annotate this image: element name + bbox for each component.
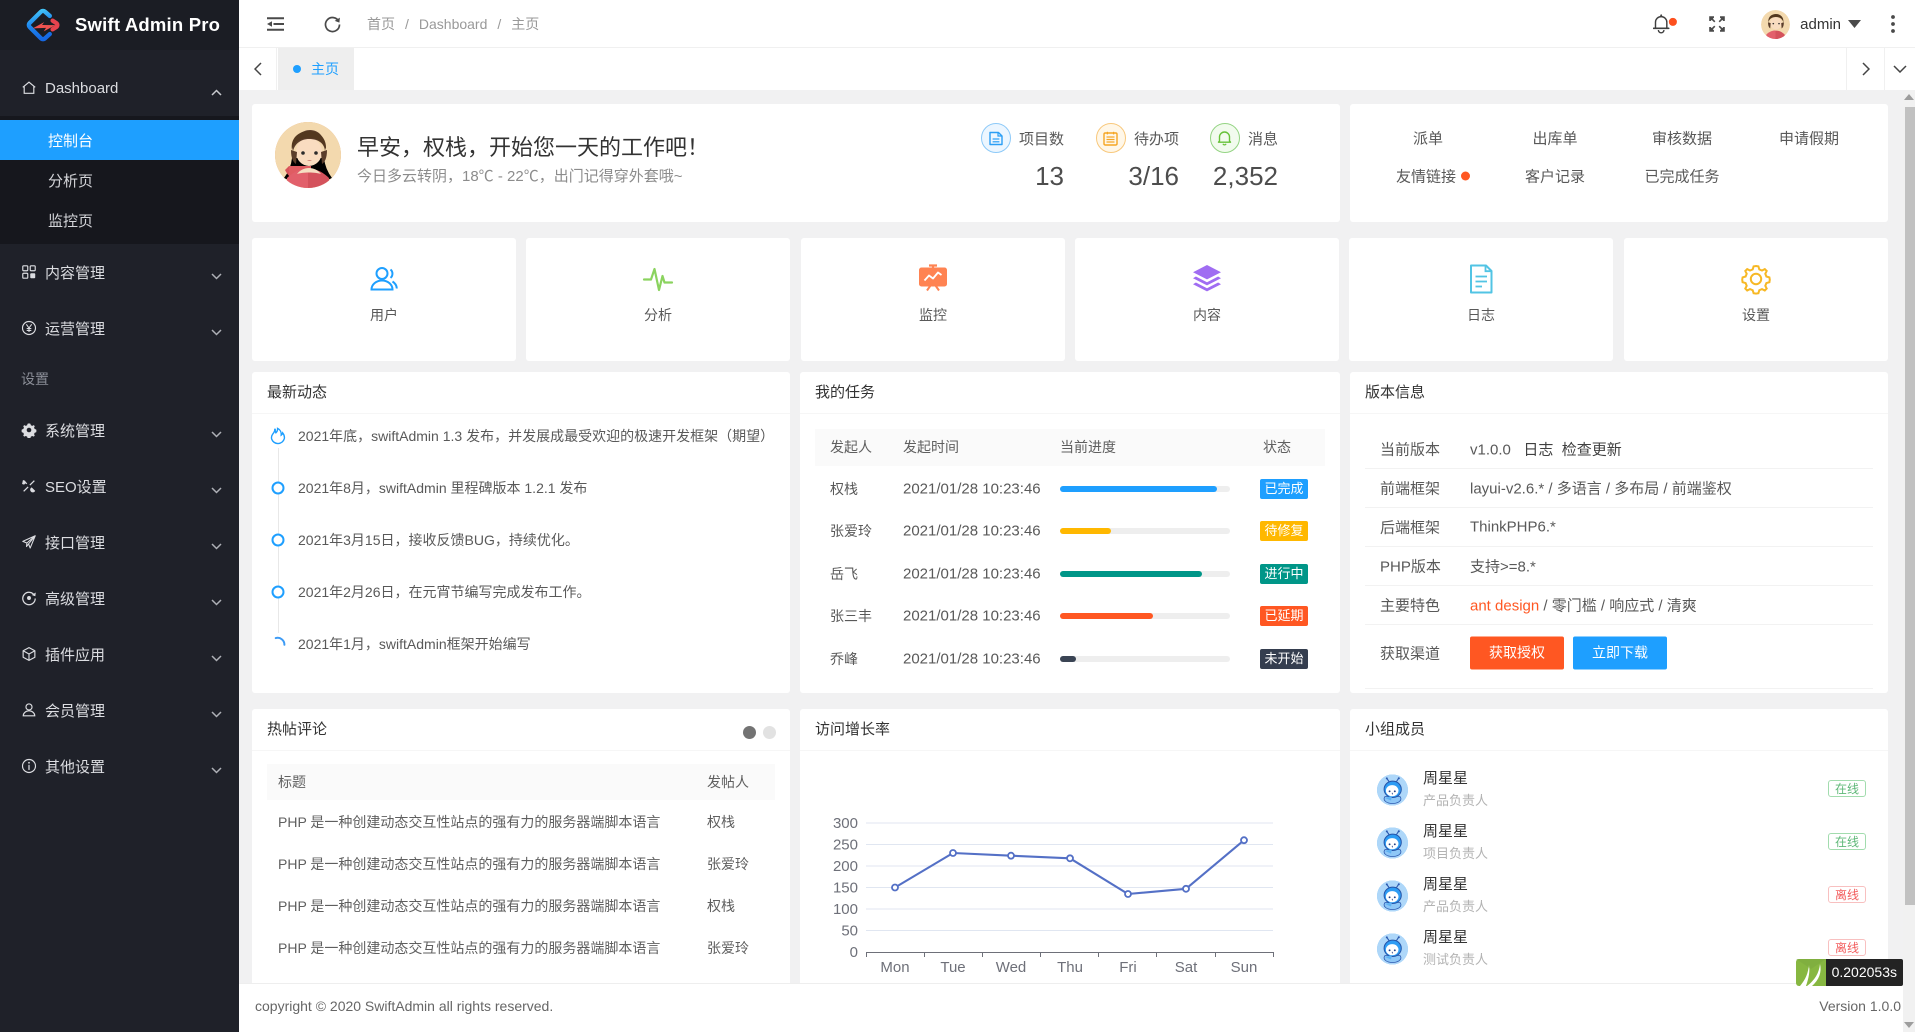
svg-text:0: 0 <box>850 944 858 961</box>
svg-text:Sun: Sun <box>1231 959 1258 976</box>
svg-text:300: 300 <box>833 815 858 832</box>
svg-text:100: 100 <box>833 901 858 918</box>
svg-text:250: 250 <box>833 837 858 854</box>
svg-text:Tue: Tue <box>940 959 965 976</box>
svg-text:200: 200 <box>833 858 858 875</box>
svg-text:Sat: Sat <box>1175 959 1198 976</box>
svg-text:Thu: Thu <box>1057 959 1083 976</box>
svg-text:Wed: Wed <box>996 959 1027 976</box>
svg-text:Fri: Fri <box>1119 959 1137 976</box>
svg-text:50: 50 <box>841 923 858 940</box>
svg-text:150: 150 <box>833 880 858 897</box>
svg-text:Mon: Mon <box>880 959 909 976</box>
